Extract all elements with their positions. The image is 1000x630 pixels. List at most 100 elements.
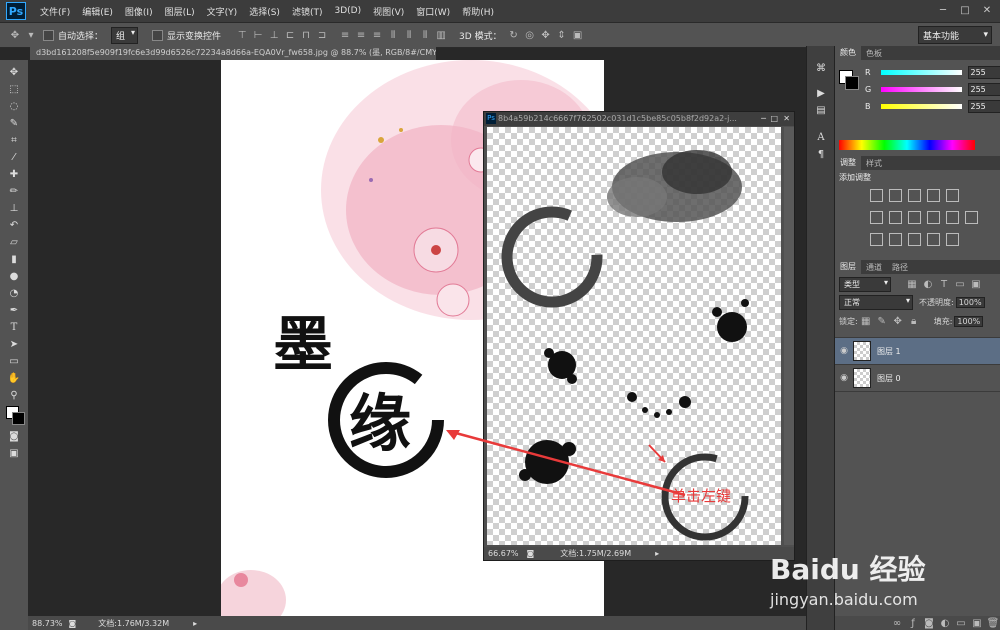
maximize-icon[interactable]: □ — [956, 2, 974, 18]
photo-filter-icon[interactable] — [927, 211, 940, 224]
posterize-icon[interactable] — [889, 233, 902, 246]
distribute-hcenter-icon[interactable]: ⦀ — [402, 28, 416, 42]
gradient-map-icon[interactable] — [927, 233, 940, 246]
brush-tool-icon[interactable]: ✏ — [0, 183, 28, 200]
color-lookup-icon[interactable] — [965, 211, 978, 224]
character-panel-icon[interactable]: A — [807, 129, 835, 146]
tab-layers[interactable]: 图层 — [835, 260, 861, 274]
channel-mixer-icon[interactable] — [946, 211, 959, 224]
crop-tool-icon[interactable]: ⌗ — [0, 132, 28, 149]
layer-filter-dropdown[interactable]: 类型 — [839, 277, 891, 292]
menu-help[interactable]: 帮助(H) — [456, 5, 500, 18]
filter-shape-icon[interactable]: ▭ — [953, 278, 967, 292]
layer-row-0[interactable]: ◉ 图层 0 — [835, 365, 1000, 392]
tab-styles[interactable]: 样式 — [861, 158, 887, 169]
lock-all-icon[interactable]: 🔒︎ — [907, 315, 921, 329]
healing-brush-tool-icon[interactable]: ✚ — [0, 166, 28, 183]
blue-slider[interactable] — [880, 104, 962, 109]
shape-tool-icon[interactable]: ▭ — [0, 353, 28, 370]
invert-icon[interactable] — [870, 233, 883, 246]
eraser-tool-icon[interactable]: ▱ — [0, 234, 28, 251]
green-value[interactable]: 255 — [967, 83, 1000, 96]
menu-filter[interactable]: 滤镜(T) — [286, 5, 329, 18]
pen-tool-icon[interactable]: ✒ — [0, 302, 28, 319]
blue-value[interactable]: 255 — [967, 100, 1000, 113]
distribute-right-icon[interactable]: ⦀ — [418, 28, 432, 42]
selective-color-icon[interactable] — [946, 233, 959, 246]
background-color-swatch[interactable] — [12, 412, 25, 425]
filter-smart-icon[interactable]: ▣ — [969, 278, 983, 292]
distribute-vcenter-icon[interactable]: ≡ — [354, 28, 368, 42]
move-tool-icon[interactable]: ✥ — [0, 64, 28, 81]
lock-image-icon[interactable]: ✎ — [875, 315, 889, 329]
layer-style-icon[interactable]: ƒ — [906, 616, 920, 630]
marquee-tool-icon[interactable]: ⬚ — [0, 81, 28, 98]
menu-view[interactable]: 视图(V) — [367, 5, 410, 18]
new-adjustment-icon[interactable]: ◐ — [938, 616, 952, 630]
paragraph-panel-icon[interactable]: ¶ — [807, 146, 835, 163]
arrow-right-icon[interactable]: ▸ — [655, 549, 659, 558]
levels-icon[interactable] — [889, 189, 902, 202]
vibrance-icon[interactable] — [946, 189, 959, 202]
scale-3d-icon[interactable]: ▣ — [571, 28, 585, 42]
blend-mode-dropdown[interactable]: 正常 — [839, 295, 913, 310]
menu-window[interactable]: 窗口(W) — [410, 5, 456, 18]
workspace-dropdown[interactable]: 基本功能 ▾ — [918, 26, 992, 44]
align-bottom-icon[interactable]: ⊥ — [267, 28, 281, 42]
new-layer-icon[interactable]: ▣ — [970, 616, 984, 630]
auto-select-checkbox[interactable]: 自动选择： — [43, 29, 103, 42]
curves-icon[interactable] — [908, 189, 921, 202]
green-slider[interactable] — [880, 87, 962, 92]
align-left-icon[interactable]: ⊏ — [283, 28, 297, 42]
delete-layer-icon[interactable]: 🗑︎ — [986, 616, 1000, 630]
distribute-left-icon[interactable]: ⦀ — [386, 28, 400, 42]
roll-3d-icon[interactable]: ◎ — [523, 28, 537, 42]
lasso-tool-icon[interactable]: ◌ — [0, 98, 28, 115]
floating-title-bar[interactable]: Ps 8b4a59b214c6667f762502c031d1c5be85c05… — [484, 112, 794, 126]
fill-value[interactable]: 100% — [954, 316, 984, 327]
hand-tool-icon[interactable]: ✋ — [0, 370, 28, 387]
chevron-down-icon[interactable]: ▾ — [24, 28, 38, 42]
tab-swatches[interactable]: 色板 — [861, 48, 887, 59]
layer-row-1[interactable]: ◉ 图层 1 — [835, 338, 1000, 365]
align-right-icon[interactable]: ⊐ — [315, 28, 329, 42]
blur-tool-icon[interactable]: ● — [0, 268, 28, 285]
status-icon[interactable]: ◙ — [69, 619, 77, 628]
history-panel-icon[interactable]: ⌘ — [807, 60, 835, 77]
rotate-3d-icon[interactable]: ↻ — [507, 28, 521, 42]
color-balance-icon[interactable] — [889, 211, 902, 224]
menu-edit[interactable]: 编辑(E) — [76, 5, 119, 18]
close-icon[interactable]: ✕ — [783, 112, 790, 126]
visibility-eye-icon[interactable]: ◉ — [835, 346, 853, 356]
exposure-icon[interactable] — [927, 189, 940, 202]
red-value[interactable]: 255 — [967, 66, 1000, 79]
floating-zoom-level[interactable]: 66.67% — [488, 549, 519, 558]
menu-file[interactable]: 文件(F) — [34, 5, 76, 18]
filter-type-icon[interactable]: T — [937, 278, 951, 292]
tab-paths[interactable]: 路径 — [887, 262, 913, 273]
document-tab[interactable]: d3bd161208f5e909f19fc6e3d99d6526c72234a8… — [30, 46, 436, 60]
history-brush-tool-icon[interactable]: ↶ — [0, 217, 28, 234]
align-vcenter-icon[interactable]: ⊢ — [251, 28, 265, 42]
menu-layer[interactable]: 图层(L) — [159, 5, 201, 18]
opacity-value[interactable]: 100% — [955, 297, 985, 308]
menu-select[interactable]: 选择(S) — [243, 5, 286, 18]
slide-3d-icon[interactable]: ⇕ — [555, 28, 569, 42]
tab-channels[interactable]: 通道 — [861, 262, 887, 273]
filter-adjust-icon[interactable]: ◐ — [921, 278, 935, 292]
checkbox-icon[interactable] — [43, 29, 54, 41]
zoom-level[interactable]: 88.73% — [32, 619, 63, 628]
auto-select-dropdown[interactable]: 组 — [111, 26, 139, 44]
type-tool-icon[interactable]: T — [0, 319, 28, 336]
link-layers-icon[interactable]: ∞ — [890, 616, 904, 630]
align-hcenter-icon[interactable]: ⊓ — [299, 28, 313, 42]
maximize-icon[interactable]: □ — [770, 112, 778, 126]
menu-type[interactable]: 文字(Y) — [201, 5, 244, 18]
actions-panel-icon[interactable]: ▶ — [807, 85, 835, 102]
brush-panel-icon[interactable]: ▤ — [807, 102, 835, 119]
color-spectrum[interactable] — [839, 140, 975, 150]
filter-pixel-icon[interactable]: ▦ — [905, 278, 919, 292]
status-icon[interactable]: ◙ — [527, 549, 535, 558]
gradient-tool-icon[interactable]: ▮ — [0, 251, 28, 268]
background-color-swatch[interactable] — [845, 76, 859, 90]
